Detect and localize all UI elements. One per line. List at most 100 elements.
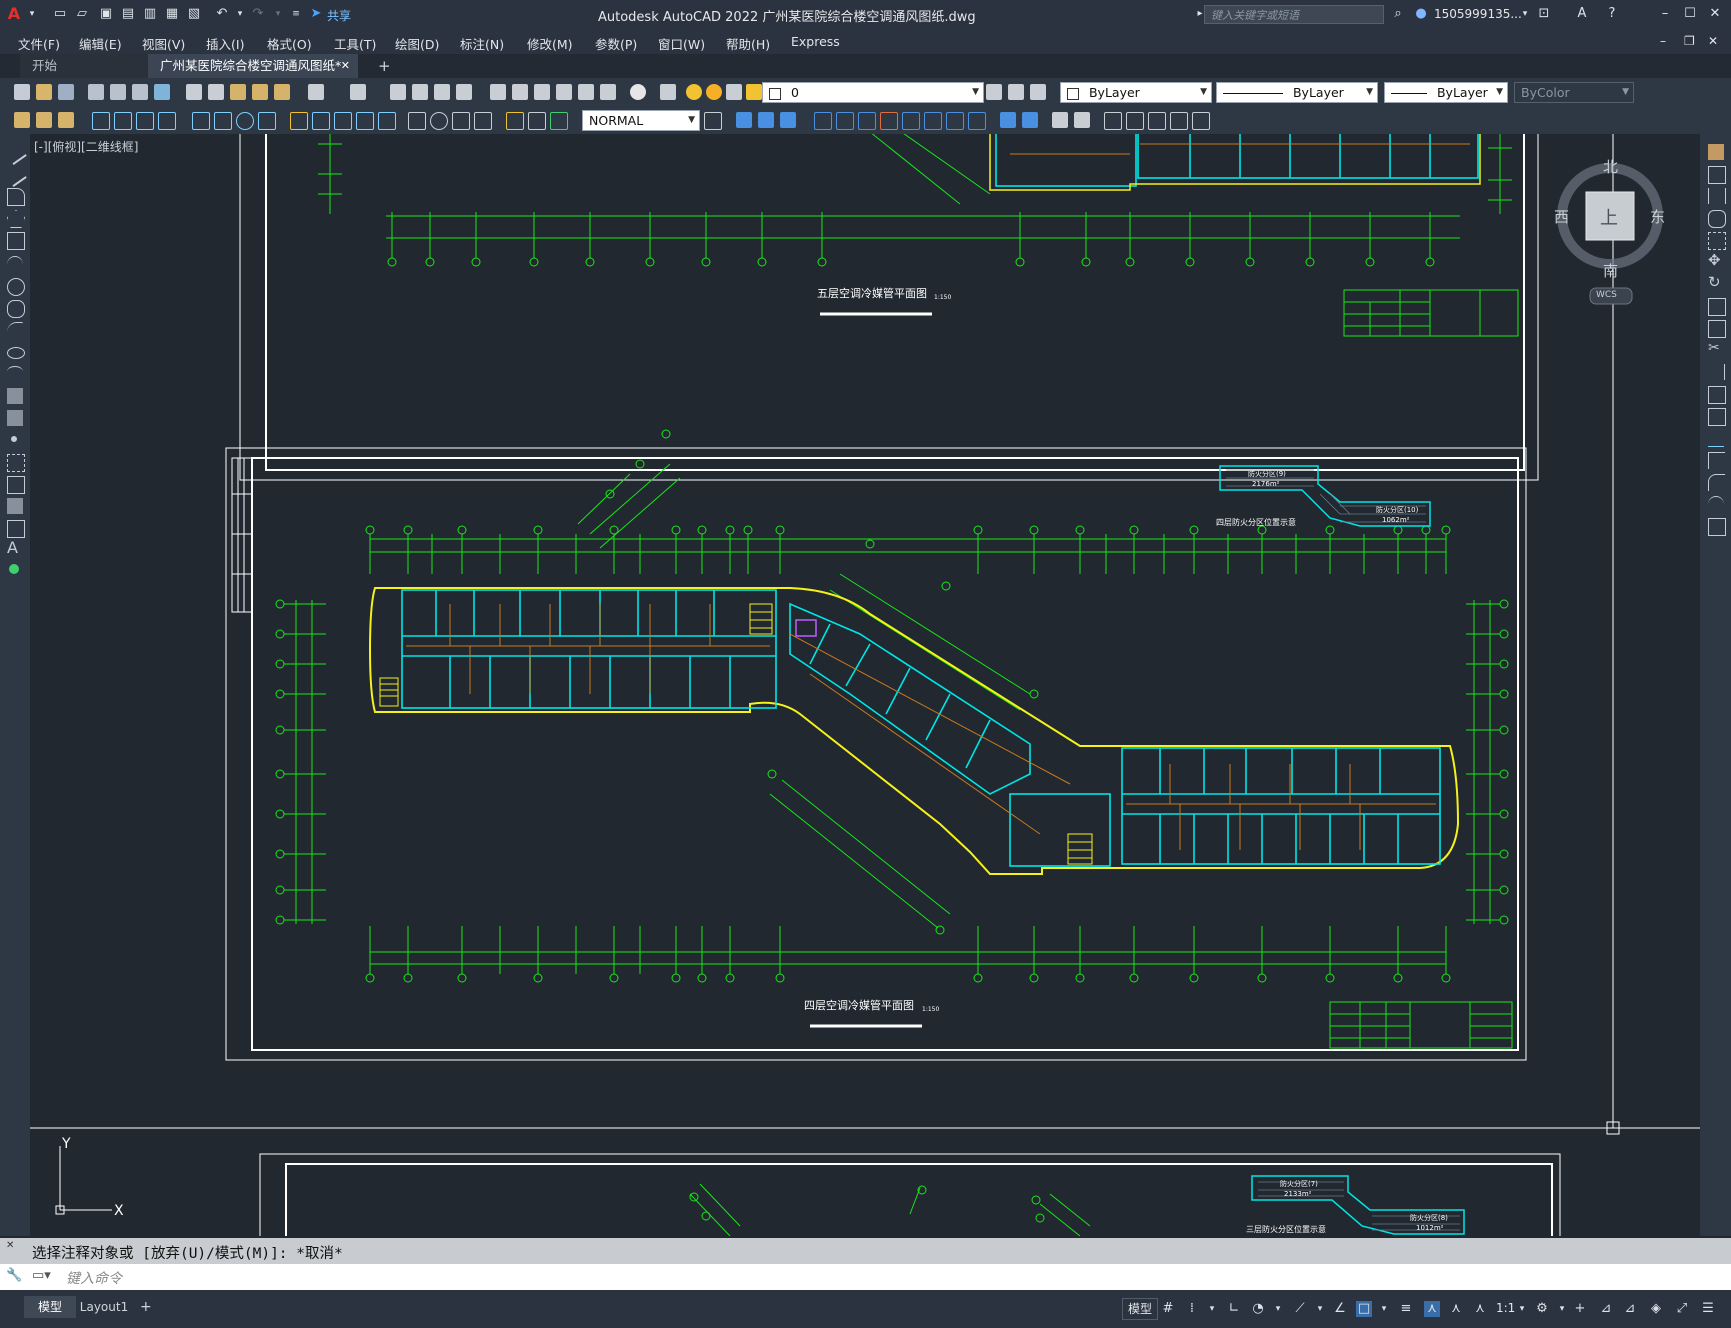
object-snap-tracking-icon[interactable]: ∠ xyxy=(1332,1301,1348,1317)
design-center-icon[interactable] xyxy=(512,84,528,100)
linear-dimension-icon[interactable] xyxy=(92,112,110,130)
user-icon[interactable]: ● xyxy=(1413,6,1429,22)
osnap-dropdown-icon[interactable]: ▾ xyxy=(1376,1301,1392,1317)
menu-tools[interactable]: 工具(T) xyxy=(334,34,376,53)
toolbar-icon-2[interactable] xyxy=(36,112,52,128)
group-bounding-icon[interactable] xyxy=(1192,112,1210,130)
offset-modify-icon[interactable] xyxy=(780,112,796,128)
layer-on-bulb-icon[interactable] xyxy=(686,84,702,100)
new-tab-plus-icon[interactable]: + xyxy=(366,54,394,78)
copy-modify-icon[interactable] xyxy=(736,112,752,128)
customization-icon[interactable]: ☰ xyxy=(1700,1301,1716,1317)
chamfer-icon[interactable] xyxy=(1022,112,1038,128)
scale-icon[interactable] xyxy=(880,112,898,130)
menu-dimension[interactable]: 标注(N) xyxy=(460,34,504,53)
center-mark-icon[interactable] xyxy=(430,112,448,130)
print-icon[interactable] xyxy=(88,84,104,100)
group-icon[interactable] xyxy=(1104,112,1122,130)
chamfer-side-icon[interactable] xyxy=(1708,452,1725,469)
dimstyle-select[interactable]: NORMAL ▼ xyxy=(582,110,700,131)
extend-side-icon[interactable] xyxy=(1708,364,1725,380)
trim-icon[interactable] xyxy=(924,112,942,130)
linetype-select[interactable]: ByLayer ▼ xyxy=(1216,82,1378,103)
iso-dropdown-icon[interactable]: ▾ xyxy=(1312,1301,1328,1317)
move-side-icon[interactable]: ✥ xyxy=(1708,252,1724,268)
layer-thaw-sun-icon[interactable] xyxy=(706,84,722,100)
fillet-side-icon[interactable] xyxy=(1708,474,1725,491)
ortho-icon[interactable]: ∟ xyxy=(1226,1301,1242,1317)
open-icon[interactable] xyxy=(36,84,52,100)
scale-dropdown-icon[interactable]: ▾ xyxy=(1514,1301,1530,1317)
search-input[interactable]: 键入关键字或短语 xyxy=(1204,5,1384,24)
autocad-logo-icon[interactable]: A xyxy=(6,6,22,22)
menu-file[interactable]: 文件(F) xyxy=(18,34,60,53)
dimension-text-edit-icon[interactable] xyxy=(528,112,546,130)
layer-lock-icon[interactable] xyxy=(746,84,762,100)
open-file-icon[interactable]: ▱ xyxy=(74,6,90,22)
polar-icon[interactable]: ◔ xyxy=(1250,1301,1266,1317)
customize-qat-icon[interactable]: ≡ xyxy=(288,6,304,22)
dimension-style-icon[interactable] xyxy=(704,112,722,130)
3d-print-icon[interactable] xyxy=(154,84,170,100)
menu-draw[interactable]: 绘图(D) xyxy=(395,34,439,53)
publish-icon[interactable] xyxy=(132,84,148,100)
save-web-icon[interactable]: ▦ xyxy=(164,6,180,22)
zoom-previous-icon[interactable] xyxy=(456,84,472,100)
region-icon[interactable] xyxy=(7,498,23,514)
user-name[interactable]: 1505999135... xyxy=(1434,7,1522,21)
search-icon[interactable]: ⌕ xyxy=(1390,6,1406,22)
properties-icon[interactable] xyxy=(490,84,506,100)
break-side-icon[interactable] xyxy=(1708,408,1726,426)
layer-previous-icon[interactable] xyxy=(1008,84,1024,100)
jogged-linear-icon[interactable] xyxy=(474,112,492,130)
markup-icon[interactable] xyxy=(578,84,594,100)
viewcube-west[interactable]: 西 xyxy=(1554,206,1569,227)
rotate-side-icon[interactable]: ↻ xyxy=(1708,274,1724,290)
continue-dimension-icon[interactable] xyxy=(334,112,352,130)
scale-side-icon[interactable] xyxy=(1708,298,1726,316)
autodesk-a360-icon[interactable]: A xyxy=(1574,6,1590,22)
workspace-gear-icon[interactable]: ⚙ xyxy=(1534,1301,1550,1317)
polyline-icon[interactable] xyxy=(7,188,25,206)
add-layout-plus-icon[interactable]: + xyxy=(140,1296,156,1318)
ellipse-arc-icon[interactable] xyxy=(7,366,23,377)
qnew-icon[interactable] xyxy=(14,84,30,100)
viewcube-south[interactable]: 南 xyxy=(1603,260,1618,281)
baseline-dimension-icon[interactable] xyxy=(312,112,330,130)
erase-icon[interactable] xyxy=(1708,144,1724,160)
copy-side-icon[interactable] xyxy=(1708,166,1726,184)
mirror-modify-icon[interactable] xyxy=(758,112,774,128)
cut-icon[interactable] xyxy=(186,84,202,100)
trim-side-icon[interactable]: ✂ xyxy=(1708,340,1724,356)
toolbar-icon-3[interactable] xyxy=(58,112,74,128)
join-side-icon[interactable] xyxy=(1708,430,1724,447)
menu-modify[interactable]: 修改(M) xyxy=(527,34,573,53)
lineweight-select[interactable]: ByLayer ▼ xyxy=(1384,82,1508,103)
plotstyle-select[interactable]: ByColor ▼ xyxy=(1514,82,1634,103)
user-dropdown-icon[interactable]: ▾ xyxy=(1517,6,1533,22)
dimension-update-icon[interactable] xyxy=(550,112,568,130)
viewcube-top-face[interactable]: 上 xyxy=(1600,204,1618,230)
pan-icon[interactable] xyxy=(390,84,406,100)
make-block-icon[interactable] xyxy=(7,410,23,426)
clean-screen-icon[interactable]: ⤢ xyxy=(1674,1301,1690,1317)
copy-icon[interactable] xyxy=(208,84,224,100)
line-icon[interactable] xyxy=(3,141,27,165)
extend-icon[interactable] xyxy=(946,112,964,130)
explode-side-icon[interactable] xyxy=(1708,518,1726,536)
inspection-icon[interactable] xyxy=(452,112,470,130)
share-label[interactable]: 共享 xyxy=(327,7,351,24)
jogged-dimension-icon[interactable] xyxy=(214,112,232,130)
undo-tb-icon[interactable] xyxy=(308,84,324,100)
auto-scale-icon[interactable]: ⋏ xyxy=(1448,1301,1464,1317)
redo-tb-icon[interactable] xyxy=(350,84,366,100)
zoom-window-icon[interactable] xyxy=(434,84,450,100)
make-current-layer-icon[interactable] xyxy=(986,84,1002,100)
close-tab-icon[interactable]: ✕ xyxy=(341,54,350,78)
menu-insert[interactable]: 插入(I) xyxy=(206,34,244,53)
insert-block-icon[interactable] xyxy=(7,388,23,404)
isolate-objects-icon[interactable]: ◈ xyxy=(1648,1301,1664,1317)
print-preview-icon[interactable] xyxy=(110,84,126,100)
quick-properties-icon[interactable]: ⊿ xyxy=(1622,1301,1638,1317)
doc-close-icon[interactable]: ✕ xyxy=(1708,34,1718,48)
